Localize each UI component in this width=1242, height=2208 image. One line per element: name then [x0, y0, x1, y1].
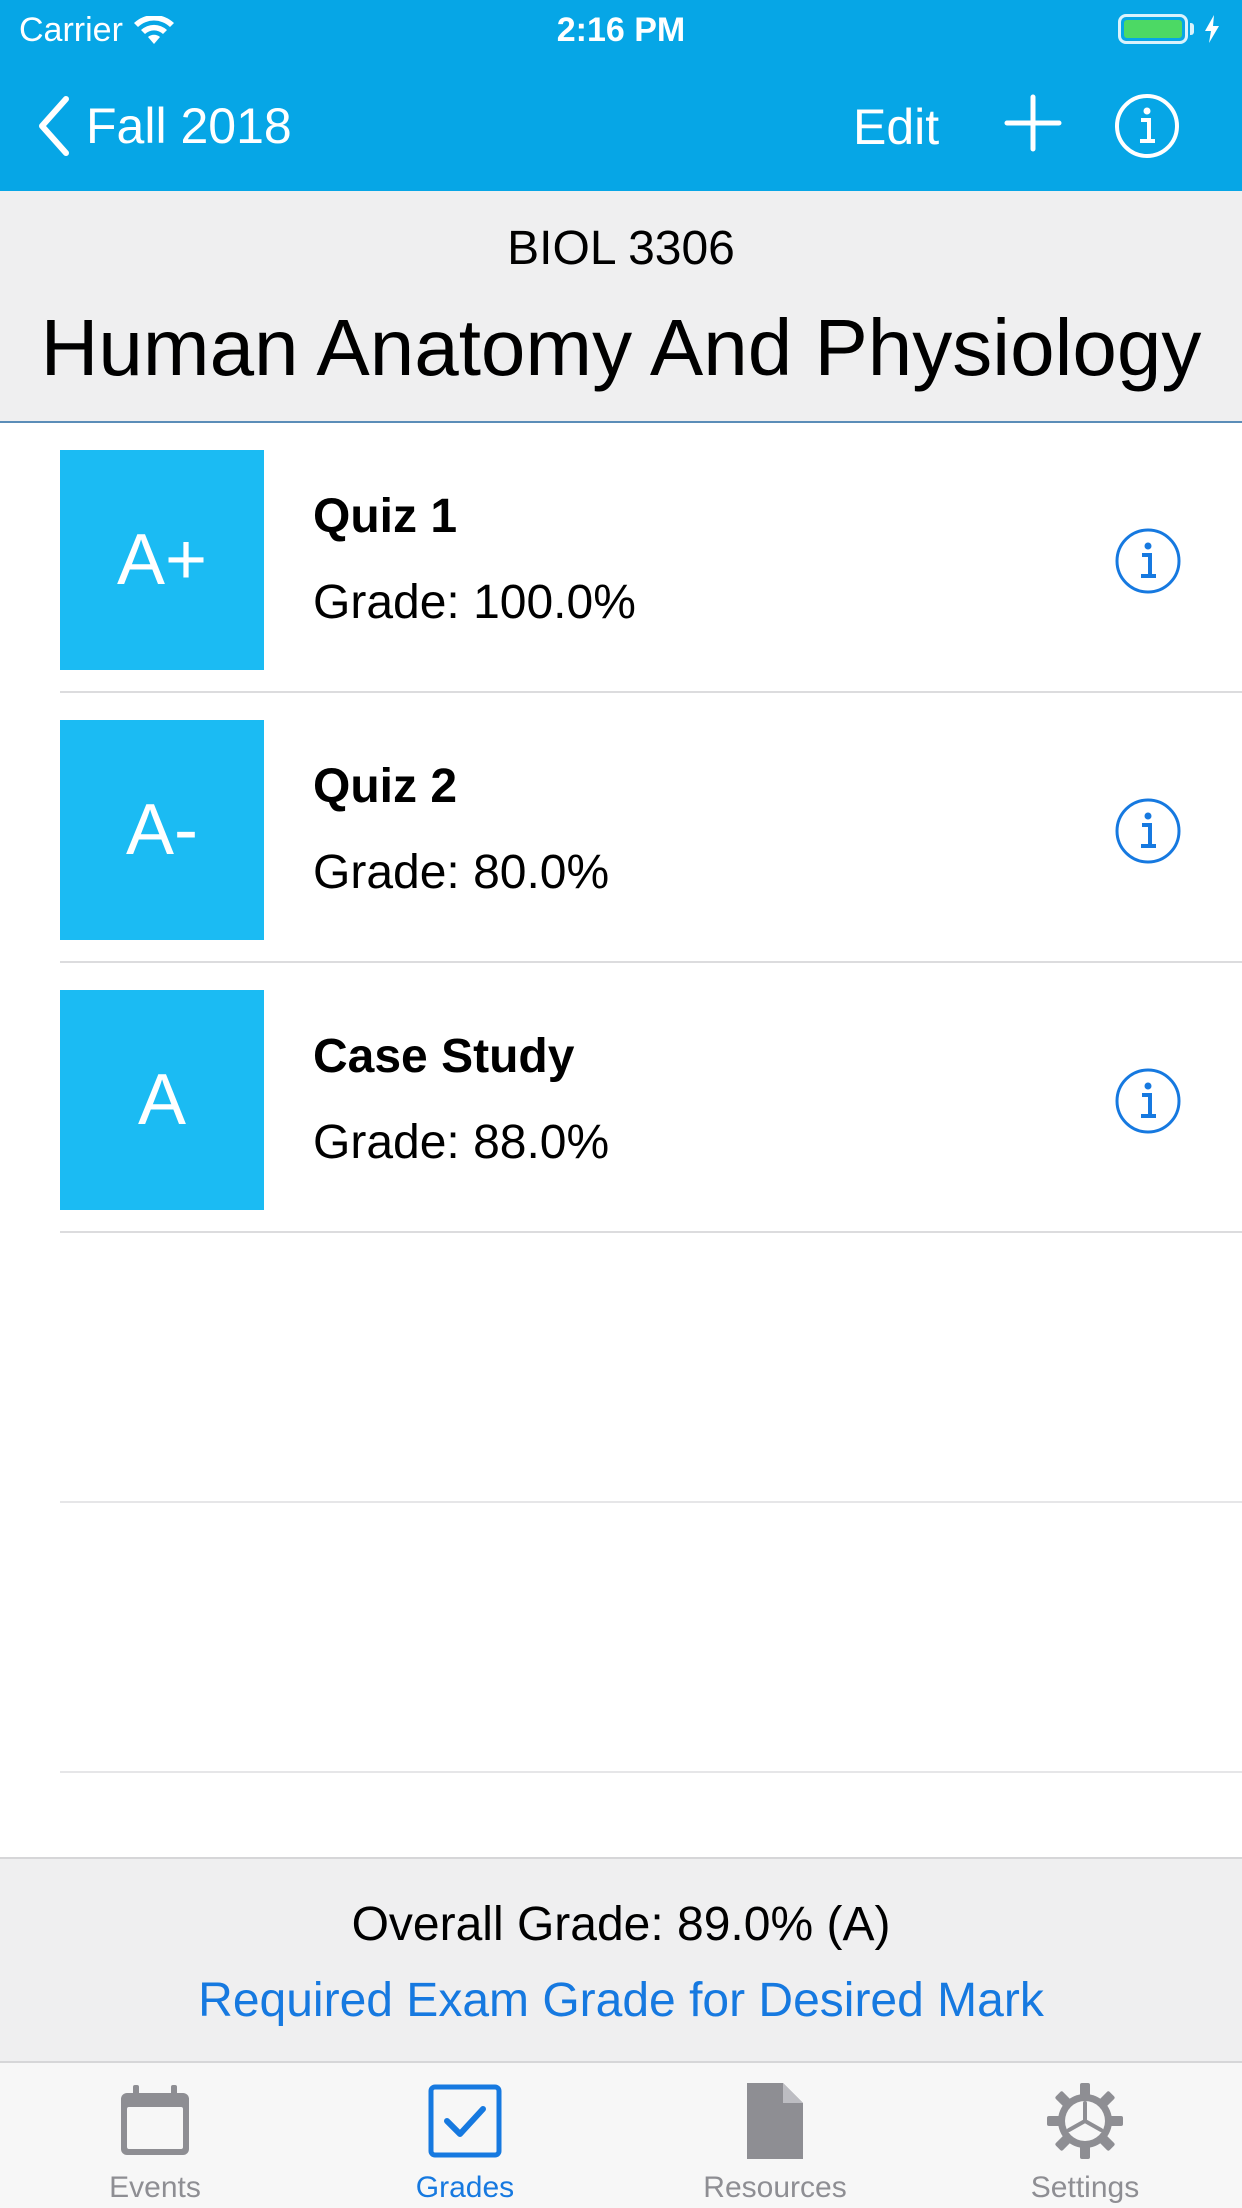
add-button[interactable]	[1003, 93, 1063, 153]
status-bar: Carrier 2:16 PM	[0, 0, 1242, 62]
grade-row[interactable]: A- Quiz 2 Grade: 80.0%	[0, 693, 1242, 963]
grade-item-title: Quiz 1	[313, 490, 458, 543]
checkbox-icon	[428, 2084, 502, 2158]
back-button[interactable]: Fall 2018	[36, 95, 292, 157]
grade-item-title: Case Study	[313, 1030, 575, 1083]
info-icon[interactable]	[1114, 527, 1182, 595]
info-icon[interactable]	[1114, 1067, 1182, 1135]
overall-grade: Overall Grade: 89.0% (A)	[351, 1898, 891, 1951]
tab-events[interactable]: Events	[0, 2063, 310, 2208]
grade-item-value: Grade: 88.0%	[313, 1116, 610, 1169]
tab-label: Events	[109, 2171, 201, 2204]
course-code: BIOL 3306	[507, 222, 735, 275]
overall-grade-panel: Overall Grade: 89.0% (A) Required Exam G…	[0, 1857, 1242, 2061]
grade-item-value: Grade: 100.0%	[313, 576, 636, 629]
navigation-bar: Fall 2018 Edit	[0, 62, 1242, 191]
grade-item-title: Quiz 2	[313, 760, 458, 813]
tab-resources[interactable]: Resources	[620, 2063, 930, 2208]
tab-label: Settings	[1030, 2171, 1140, 2204]
tab-grades[interactable]: Grades	[310, 2063, 620, 2208]
status-time: 2:16 PM	[556, 11, 686, 49]
grades-list: A+ Quiz 1 Grade: 100.0% A- Quiz 2 Grade:…	[0, 423, 1242, 1773]
top-bar: Carrier 2:16 PM Fall 2018 Edit	[0, 0, 1242, 191]
grade-row[interactable]: A+ Quiz 1 Grade: 100.0%	[0, 423, 1242, 693]
letter-grade-tile: A+	[60, 450, 264, 670]
empty-row	[0, 1233, 1242, 1503]
letter-grade-tile: A-	[60, 720, 264, 940]
document-icon	[747, 2083, 803, 2159]
letter-grade-tile: A	[60, 990, 264, 1210]
required-exam-grade-link[interactable]: Required Exam Grade for Desired Mark	[0, 1973, 1242, 2028]
charging-bolt-icon	[1205, 15, 1219, 43]
gear-icon	[1047, 2083, 1123, 2159]
chevron-left-icon	[39, 96, 69, 156]
course-header: BIOL 3306 Human Anatomy And Physiology	[0, 191, 1242, 423]
info-button[interactable]	[1114, 93, 1180, 159]
grade-row[interactable]: A Case Study Grade: 88.0%	[0, 963, 1242, 1233]
battery-indicator	[1118, 14, 1222, 44]
tab-settings[interactable]: Settings	[930, 2063, 1240, 2208]
battery-icon	[1118, 14, 1188, 44]
calendar-icon	[121, 2085, 189, 2155]
tab-bar: Events Grades Resources Settings	[0, 2061, 1242, 2208]
info-icon[interactable]	[1114, 797, 1182, 865]
edit-button[interactable]: Edit	[853, 98, 939, 156]
empty-row	[0, 1503, 1242, 1773]
tab-label: Grades	[415, 2171, 515, 2204]
tab-label: Resources	[703, 2171, 847, 2204]
course-name: Human Anatomy And Physiology	[40, 303, 1202, 392]
grade-item-value: Grade: 80.0%	[313, 846, 610, 899]
back-label: Fall 2018	[86, 98, 292, 154]
